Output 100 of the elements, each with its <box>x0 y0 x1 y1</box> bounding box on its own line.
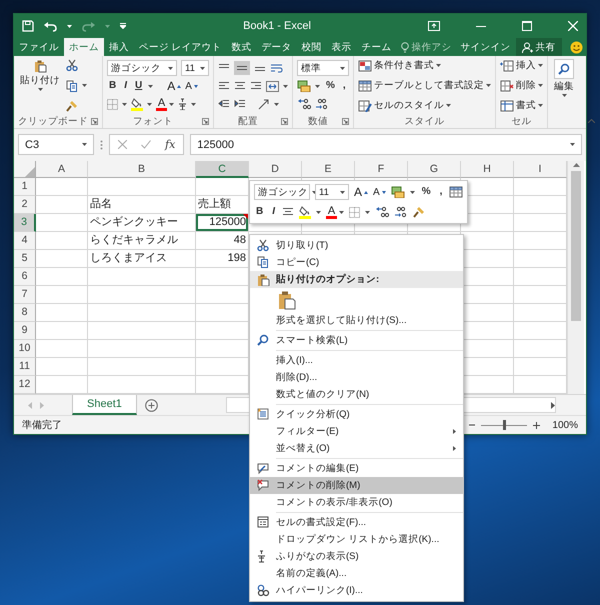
style-button[interactable]: セルのスタイル <box>358 99 491 112</box>
dialog-launcher-icon[interactable] <box>202 118 209 125</box>
save-icon[interactable] <box>22 20 34 32</box>
number-format-field[interactable]: 標準 <box>297 60 349 76</box>
share-button[interactable]: 共有 <box>516 38 562 56</box>
borders-icon[interactable] <box>349 206 360 218</box>
row-header[interactable]: 12 <box>14 376 36 394</box>
scroll-up-icon[interactable] <box>572 163 580 167</box>
customize-toolbar-icon[interactable] <box>120 23 126 29</box>
column-header[interactable]: E <box>302 161 355 178</box>
orientation-icon[interactable] <box>258 98 270 110</box>
paste-button[interactable]: 貼り付け <box>18 59 62 114</box>
middle-align-toggle[interactable] <box>234 61 250 75</box>
italic-button[interactable]: I <box>122 79 130 93</box>
menu-item[interactable]: セルの書式設定(F)... <box>250 514 464 531</box>
menu-item[interactable]: ドロップダウン リストから選択(K)... <box>250 531 464 548</box>
increase-decimal-icon[interactable] <box>375 206 390 218</box>
decrease-indent-icon[interactable] <box>218 99 230 109</box>
menu-item[interactable]: コピー(C) <box>250 254 464 271</box>
comma-button[interactable]: , <box>340 79 348 93</box>
align-center-icon[interactable] <box>234 81 246 91</box>
table-format-icon[interactable] <box>449 186 464 198</box>
menu-item[interactable]: 切り取り(T) <box>250 237 464 254</box>
ribbon-tab[interactable]: チーム <box>356 38 397 56</box>
format-painter-icon[interactable] <box>413 206 426 218</box>
dialog-launcher-icon[interactable] <box>342 118 349 125</box>
comma-button[interactable]: , <box>438 185 444 199</box>
dialog-launcher-icon[interactable] <box>91 118 98 124</box>
undo-icon[interactable] <box>44 20 57 32</box>
grow-font-button[interactable]: A <box>167 79 182 93</box>
row-header[interactable]: 11 <box>14 358 36 376</box>
column-header[interactable]: F <box>355 161 408 178</box>
align-right-icon[interactable] <box>250 81 262 91</box>
decrease-decimal-icon[interactable] <box>315 98 329 110</box>
row-header[interactable]: 3 <box>14 214 36 232</box>
menu-item[interactable]: 挿入(I)... <box>250 352 464 369</box>
cells-button[interactable]: 挿入 <box>500 59 543 72</box>
font-name-field[interactable]: 游ゴシック <box>107 60 177 76</box>
font-size-field[interactable]: 11 <box>181 60 209 76</box>
menu-item[interactable]: 並べ替え(O) <box>250 440 464 457</box>
grow-font-button[interactable]: A <box>354 185 368 199</box>
name-box[interactable]: C3 <box>18 134 94 155</box>
menu-item[interactable]: コメントの削除(M) <box>250 477 464 494</box>
cut-icon[interactable] <box>66 59 78 71</box>
align-center-icon[interactable] <box>282 207 294 217</box>
row-header[interactable]: 6 <box>14 268 36 286</box>
ribbon-tab[interactable]: ホーム <box>64 38 104 56</box>
fill-color-icon[interactable] <box>299 206 312 218</box>
ribbon-display-icon[interactable] <box>428 21 440 31</box>
close-icon[interactable] <box>568 21 578 31</box>
style-button[interactable]: 条件付き書式 <box>358 59 491 72</box>
scroll-right-icon[interactable] <box>551 402 555 408</box>
menu-item[interactable]: 数式と値のクリア(N) <box>250 386 464 403</box>
align-left-icon[interactable] <box>218 81 230 91</box>
bold-button[interactable]: B <box>254 205 266 219</box>
font-color-button[interactable]: A <box>156 98 174 110</box>
ribbon-tab[interactable]: ファイル <box>14 38 64 56</box>
formula-field[interactable]: 125000 <box>190 134 582 155</box>
tell-me-field[interactable]: 操作アシ <box>396 38 456 56</box>
menu-item[interactable]: ふりがなの表示(S) <box>250 548 464 565</box>
vertical-scrollbar[interactable] <box>567 161 584 394</box>
percent-button[interactable]: % <box>420 185 433 199</box>
row-header[interactable]: 5 <box>14 250 36 268</box>
format-painter-icon[interactable] <box>66 100 78 112</box>
menu-item[interactable]: コメントの表示/非表示(O) <box>250 494 464 511</box>
font-size-field[interactable]: 11 <box>315 184 349 200</box>
ribbon-tab[interactable]: 校閲 <box>296 38 327 56</box>
row-header[interactable]: 9 <box>14 322 36 340</box>
dialog-launcher-icon[interactable] <box>281 118 288 125</box>
font-color-button[interactable]: A <box>326 206 344 218</box>
cells-button[interactable]: 削除 <box>500 79 543 92</box>
accounting-format-icon[interactable] <box>390 186 405 198</box>
ribbon-tab[interactable]: 数式 <box>226 38 257 56</box>
sign-in-link[interactable]: サインイン <box>456 38 516 56</box>
column-header[interactable]: H <box>461 161 514 178</box>
scrollbar-thumb[interactable] <box>571 171 581 321</box>
decrease-decimal-icon[interactable] <box>394 206 408 218</box>
underline-button[interactable]: U <box>133 79 144 93</box>
column-header[interactable]: C <box>196 161 249 178</box>
menu-item[interactable]: ハイパーリンク(I)... <box>250 582 464 599</box>
maximize-icon[interactable] <box>522 21 532 31</box>
column-header[interactable]: B <box>88 161 196 178</box>
column-header[interactable]: D <box>249 161 302 178</box>
bold-button[interactable]: B <box>107 79 118 93</box>
copy-icon[interactable] <box>66 80 78 92</box>
borders-icon[interactable] <box>107 98 118 110</box>
increase-decimal-icon[interactable] <box>297 98 311 110</box>
menu-item[interactable]: 形式を選択して貼り付け(S)... <box>250 312 464 329</box>
row-header[interactable]: 8 <box>14 304 36 322</box>
paste-option-icon[interactable] <box>278 290 296 310</box>
sheet-tab[interactable]: Sheet1 <box>72 395 137 415</box>
zoom-in-icon[interactable] <box>533 422 540 428</box>
row-header[interactable]: 4 <box>14 232 36 250</box>
insert-function-button[interactable]: fx <box>165 138 176 151</box>
ribbon-tab[interactable]: 挿入 <box>104 38 134 56</box>
menu-item[interactable]: フィルター(E) <box>250 423 464 440</box>
style-button[interactable]: テーブルとして書式設定 <box>358 79 491 92</box>
column-header[interactable]: G <box>408 161 461 178</box>
menu-item[interactable]: 名前の定義(A)... <box>250 565 464 582</box>
ribbon-tab[interactable]: データ <box>256 38 297 56</box>
